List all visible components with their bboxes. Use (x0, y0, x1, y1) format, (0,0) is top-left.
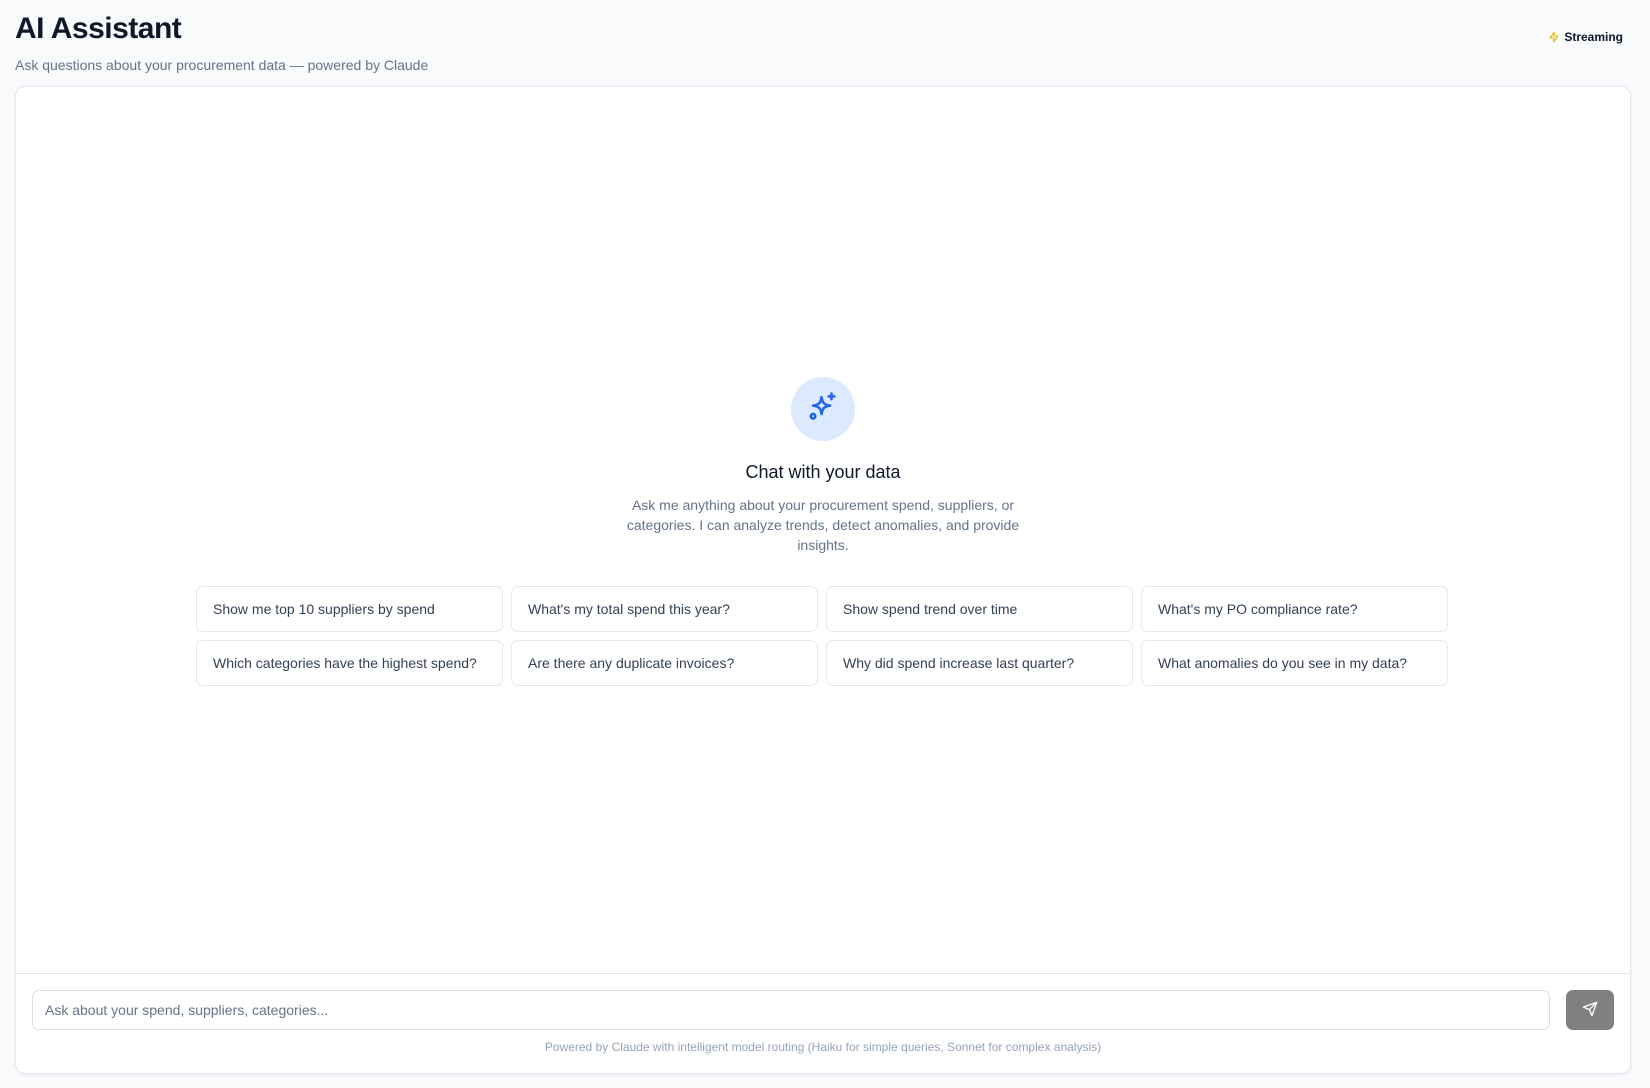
page-subtitle: Ask questions about your procurement dat… (15, 57, 429, 73)
page-title: AI Assistant (15, 12, 182, 45)
ai-assistant-page: AI Assistant Ask questions about your pr… (0, 0, 1650, 1088)
suggestion-po-compliance[interactable]: What's my PO compliance rate? (1141, 586, 1448, 632)
suggested-questions: Show me top 10 suppliers by spend What's… (196, 586, 1452, 686)
streaming-status-label: Streaming (1564, 30, 1623, 44)
suggestion-spend-increase[interactable]: Why did spend increase last quarter? (826, 640, 1133, 686)
suggestion-top-categories[interactable]: Which categories have the highest spend? (196, 640, 503, 686)
suggestion-duplicate-invoices[interactable]: Are there any duplicate invoices? (511, 640, 818, 686)
sparkles-badge (791, 377, 855, 441)
lightning-icon (1548, 31, 1560, 43)
page-header: AI Assistant Ask questions about your pr… (15, 10, 1635, 73)
send-button[interactable] (1566, 990, 1614, 1030)
suggestion-top-suppliers[interactable]: Show me top 10 suppliers by spend (196, 586, 503, 632)
chat-composer: Powered by Claude with intelligent model… (16, 973, 1630, 1073)
chat-empty-state: Chat with your data Ask me anything abou… (16, 377, 1630, 555)
chat-input[interactable] (32, 990, 1550, 1030)
suggestion-anomalies[interactable]: What anomalies do you see in my data? (1141, 640, 1448, 686)
send-icon (1582, 1001, 1598, 1020)
suggestion-spend-trend[interactable]: Show spend trend over time (826, 586, 1133, 632)
chat-panel: Chat with your data Ask me anything abou… (15, 86, 1631, 1074)
sparkles-icon (806, 390, 840, 429)
streaming-status-badge: Streaming (1548, 30, 1623, 44)
empty-state-title: Chat with your data (745, 462, 901, 482)
composer-footnote: Powered by Claude with intelligent model… (544, 1040, 1102, 1054)
empty-state-description: Ask me anything about your procurement s… (626, 497, 1020, 553)
suggestion-total-spend[interactable]: What's my total spend this year? (511, 586, 818, 632)
